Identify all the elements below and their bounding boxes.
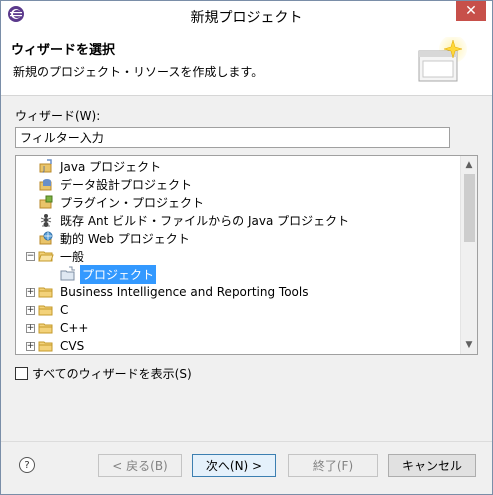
tree-item-java-project[interactable]: J Java プロジェクト: [26, 157, 163, 175]
close-button[interactable]: ✕: [456, 1, 486, 21]
tree-item-cpp[interactable]: + C++: [26, 319, 91, 337]
show-all-label: すべてのウィザードを表示(S): [32, 367, 192, 381]
title-bar[interactable]: 新規プロジェクト ✕: [1, 1, 492, 30]
new-project-wizard-icon: [418, 37, 467, 82]
expand-icon[interactable]: +: [26, 305, 35, 315]
project-icon: [60, 266, 75, 281]
tree-item-cvs[interactable]: + CVS: [26, 337, 86, 354]
filter-input[interactable]: [15, 127, 450, 148]
header-title: ウィザードを選択: [11, 43, 116, 58]
show-all-wizards[interactable]: すべてのウィザードを表示(S): [15, 365, 192, 382]
scroll-thumb[interactable]: [464, 174, 475, 242]
tree-item-label: プロジェクト: [80, 264, 157, 284]
tree-scrollbar[interactable]: ▲ ▼: [460, 156, 477, 354]
tree-item-birt[interactable]: + Business Intelligence and Reporting To…: [26, 283, 310, 301]
tree-item-data-design-project[interactable]: データ設計プロジェクト: [26, 175, 194, 193]
footer-divider: [1, 441, 492, 442]
tree-item-label: データ設計プロジェクト: [60, 177, 193, 192]
web-project-icon: [39, 231, 53, 245]
tree-item-label: 一般: [60, 249, 85, 264]
folder-icon: [38, 341, 53, 352]
java-project-icon: J: [39, 159, 52, 173]
show-all-checkbox[interactable]: [15, 367, 28, 380]
header-description: 新規のプロジェクト・リソースを作成します。: [13, 65, 264, 79]
svg-text:J: J: [42, 165, 45, 173]
tree-item-label: CVS: [60, 339, 85, 353]
tree-item-project[interactable]: プロジェクト: [60, 264, 157, 284]
tree-item-general[interactable]: − 一般: [26, 247, 86, 265]
plugin-project-icon: [39, 195, 53, 209]
tree-item-label: Java プロジェクト: [60, 159, 162, 174]
tree-item-label: 既存 Ant ビルド・ファイルからの Java プロジェクト: [60, 213, 350, 228]
expand-icon[interactable]: +: [26, 341, 35, 351]
tree-item-java-project-from-ant[interactable]: 既存 Ant ビルド・ファイルからの Java プロジェクト: [26, 211, 351, 229]
tree-item-label: C++: [60, 321, 89, 335]
scroll-down-icon[interactable]: ▼: [461, 337, 477, 353]
new-project-dialog: 新規プロジェクト ✕ ウィザードを選択 新規のプロジェクト・リソースを作成します…: [0, 0, 493, 495]
tree-item-label: プラグイン・プロジェクト: [60, 195, 205, 210]
tree-item-label: 動的 Web プロジェクト: [60, 231, 190, 246]
collapse-icon[interactable]: −: [26, 251, 35, 261]
expand-icon[interactable]: +: [26, 323, 35, 333]
ant-build-icon: [40, 214, 52, 227]
expand-icon[interactable]: +: [26, 287, 35, 297]
cancel-button[interactable]: キャンセル: [388, 454, 476, 477]
tree-item-dynamic-web-project[interactable]: 動的 Web プロジェクト: [26, 229, 192, 247]
tree-item-plugin-project[interactable]: プラグイン・プロジェクト: [26, 193, 206, 211]
folder-icon: [38, 287, 53, 298]
back-button[interactable]: < 戻る(B): [98, 454, 182, 477]
wizard-label: ウィザード(W):: [15, 109, 101, 123]
tree-item-c[interactable]: + C: [26, 301, 70, 319]
folder-open-icon: [38, 251, 54, 262]
folder-icon: [38, 305, 53, 316]
help-icon[interactable]: ?: [19, 457, 35, 473]
wizard-header: ウィザードを選択 新規のプロジェクト・リソースを作成します。: [1, 30, 492, 96]
scroll-up-icon[interactable]: ▲: [461, 157, 477, 173]
finish-button[interactable]: 終了(F): [288, 454, 378, 477]
data-design-project-icon: [39, 179, 52, 191]
tree-item-label: Business Intelligence and Reporting Tool…: [60, 285, 309, 299]
folder-icon: [38, 323, 53, 334]
tree-item-label: C: [60, 303, 69, 317]
window-title: 新規プロジェクト: [190, 10, 303, 26]
wizard-tree[interactable]: J Java プロジェクト データ設計プロジェクト プラグイン・プロジェクト 既…: [15, 155, 478, 355]
next-button[interactable]: 次へ(N) >: [192, 454, 276, 477]
